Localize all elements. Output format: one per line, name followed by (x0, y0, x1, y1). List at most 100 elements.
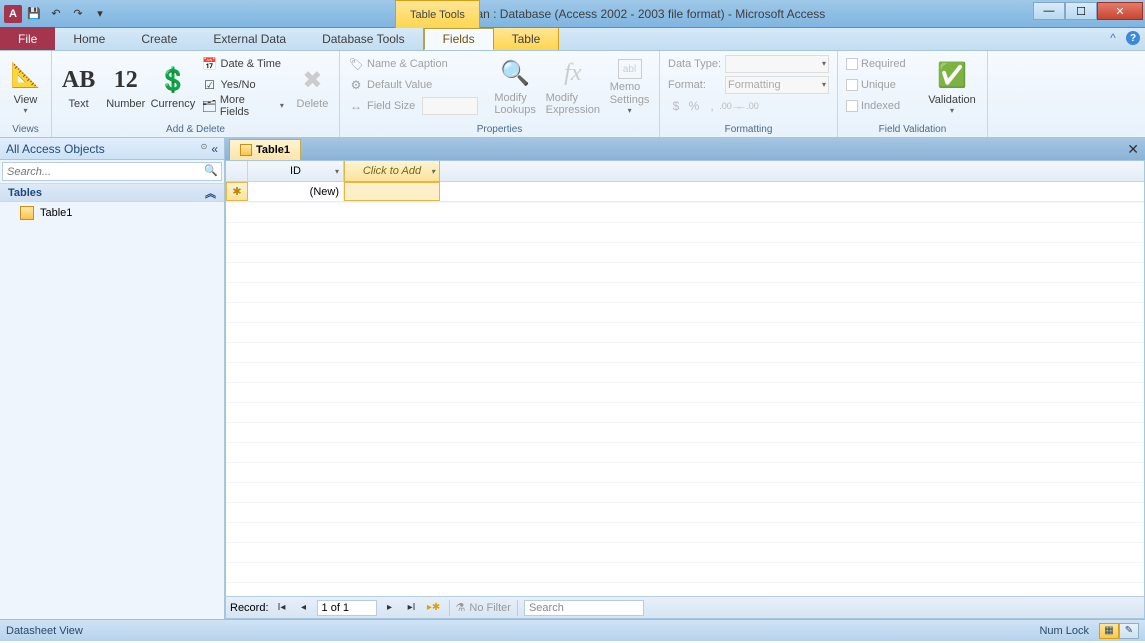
row-selector[interactable]: ✱ (226, 182, 248, 201)
column-header-add[interactable]: Click to Add▾ (344, 160, 440, 182)
cell-id-new[interactable]: (New) (248, 182, 344, 201)
cell-add-new[interactable] (344, 182, 440, 201)
nav-pane-header[interactable]: All Access Objects ⊙« (0, 138, 224, 160)
group-validation: Required Unique Indexed ✅ Validation▾ Fi… (838, 51, 988, 137)
lookups-icon: 🔍 (499, 58, 531, 90)
required-checkbox: Required (842, 53, 920, 74)
name-caption-button: 🏷Name & Caption (344, 53, 487, 74)
date-time-button[interactable]: 📅Date & Time (198, 53, 288, 74)
filter-icon: ⚗ (456, 601, 466, 614)
close-button[interactable]: ✕ (1097, 2, 1143, 20)
tab-table[interactable]: Table (494, 28, 559, 50)
window-controls: — ☐ ✕ (1033, 2, 1143, 20)
new-record-row[interactable]: ✱ (New) (226, 182, 1144, 202)
unique-checkbox: Unique (842, 74, 920, 95)
modify-expression-button: fx Modify Expression (544, 53, 603, 119)
currency-field-button[interactable]: 💲 Currency (150, 53, 195, 119)
size-icon: ↔ (348, 98, 364, 114)
calendar-icon: 📅 (202, 56, 218, 72)
first-record-button[interactable]: I◂ (273, 600, 291, 616)
indexed-checkbox: Indexed (842, 95, 920, 116)
number-field-button[interactable]: 12 Number (103, 53, 148, 119)
tab-database-tools[interactable]: Database Tools (304, 28, 423, 50)
chevron-down-icon[interactable]: ▾ (335, 167, 339, 176)
doc-close-button[interactable]: ✕ (1127, 141, 1139, 158)
design-view-switch[interactable]: ✎ (1119, 623, 1139, 639)
maximize-button[interactable]: ☐ (1065, 2, 1097, 20)
app-icon[interactable]: A (4, 5, 22, 23)
datasheet-view-icon: 📐 (10, 60, 42, 92)
group-formatting: Data Type:▾ Format:Formatting▾ $ % , .00… (660, 51, 838, 137)
validation-button[interactable]: ✅ Validation▾ (922, 53, 982, 119)
doc-tab-table1[interactable]: Table1 (229, 139, 301, 160)
view-button[interactable]: 📐 View ▾ (4, 53, 47, 119)
more-fields-button[interactable]: 🗂More Fields▾ (198, 95, 288, 116)
nav-filter-icon[interactable]: ⊙ (201, 142, 208, 156)
undo-icon[interactable]: ↶ (46, 4, 66, 24)
percent-format-icon: % (686, 98, 702, 114)
yes-no-button[interactable]: ☑Yes/No (198, 74, 288, 95)
record-search-input[interactable]: Search (524, 600, 644, 616)
collapse-icon: ︽ (205, 185, 216, 201)
record-label: Record: (230, 602, 269, 614)
group-label-validation: Field Validation (842, 123, 983, 137)
delete-button: ✖ Delete (290, 53, 335, 119)
qat-customize-icon[interactable]: ▾ (90, 4, 110, 24)
expression-icon: fx (557, 58, 589, 90)
title-bar: A 💾 ↶ ↷ ▾ Table Tools pengajaran : Datab… (0, 0, 1145, 28)
window-title: pengajaran : Database (Access 2002 - 200… (430, 7, 826, 21)
tab-external-data[interactable]: External Data (195, 28, 304, 50)
group-label-views: Views (4, 123, 47, 137)
currency-format-icon: $ (668, 98, 684, 114)
file-tab[interactable]: File (0, 27, 55, 50)
nav-collapse-icon[interactable]: « (211, 142, 218, 156)
content-area: All Access Objects ⊙« 🔍 Tables︽ Table1 T… (0, 138, 1145, 619)
nav-search-input[interactable] (2, 162, 222, 181)
tab-create[interactable]: Create (123, 28, 195, 50)
decrease-decimal-icon: ←.00 (740, 98, 756, 114)
tab-fields[interactable]: Fields (424, 28, 494, 50)
contextual-tab-label: Table Tools (395, 0, 480, 28)
last-record-button[interactable]: ▸I (403, 600, 421, 616)
search-icon[interactable]: 🔍 (204, 164, 218, 177)
new-record-button[interactable]: ▸✱ (425, 600, 443, 616)
next-record-button[interactable]: ▸ (381, 600, 399, 616)
document-area: Table1 ✕ ID▾ Click to Add▾ ✱ (New) Recor… (225, 138, 1145, 619)
tag-icon: 🏷 (348, 56, 364, 72)
help-icon[interactable]: ? (1125, 30, 1141, 46)
datasheet-view-switch[interactable]: ▦ (1099, 623, 1119, 639)
more-fields-icon: 🗂 (202, 98, 217, 114)
group-label-add-delete: Add & Delete (56, 123, 335, 137)
comma-format-icon: , (704, 98, 720, 114)
save-icon[interactable]: 💾 (24, 4, 44, 24)
redo-icon[interactable]: ↷ (68, 4, 88, 24)
chevron-down-icon[interactable]: ▾ (431, 167, 435, 176)
group-properties: 🏷Name & Caption ⚙Default Value ↔Field Si… (340, 51, 660, 137)
memo-icon: abl (618, 59, 642, 79)
nav-group-tables[interactable]: Tables︽ (0, 183, 224, 202)
quick-access-toolbar: A 💾 ↶ ↷ ▾ (0, 4, 110, 24)
default-icon: ⚙ (348, 77, 364, 93)
status-bar: Datasheet View Num Lock ▦ ✎ (0, 619, 1145, 641)
document-tabs: Table1 ✕ (225, 138, 1145, 160)
checkbox-icon: ☑ (202, 77, 218, 93)
ribbon-minimize-icon[interactable]: ^ (1105, 30, 1121, 46)
record-position[interactable]: 1 of 1 (317, 600, 377, 616)
tab-home[interactable]: Home (55, 28, 123, 50)
minimize-button[interactable]: — (1033, 2, 1065, 20)
text-field-button[interactable]: AB Text (56, 53, 101, 119)
group-views: 📐 View ▾ Views (0, 51, 52, 137)
datasheet: ID▾ Click to Add▾ ✱ (New) Record: I◂ ◂ 1… (225, 160, 1145, 619)
number-format-buttons: $ % , .00→ ←.00 (664, 95, 833, 116)
group-label-properties: Properties (344, 123, 655, 137)
select-all-cell[interactable] (226, 161, 248, 181)
table-icon (20, 206, 34, 220)
prev-record-button[interactable]: ◂ (295, 600, 313, 616)
increase-decimal-icon: .00→ (722, 98, 738, 114)
column-header-id[interactable]: ID▾ (248, 161, 344, 181)
field-size-row: ↔Field Size (344, 95, 487, 116)
ribbon: 📐 View ▾ Views AB Text 12 Number 💲 Curre… (0, 51, 1145, 138)
nav-item-table1[interactable]: Table1 (0, 202, 224, 224)
modify-lookups-button: 🔍 Modify Lookups (489, 53, 542, 119)
format-row: Format:Formatting▾ (664, 74, 833, 95)
